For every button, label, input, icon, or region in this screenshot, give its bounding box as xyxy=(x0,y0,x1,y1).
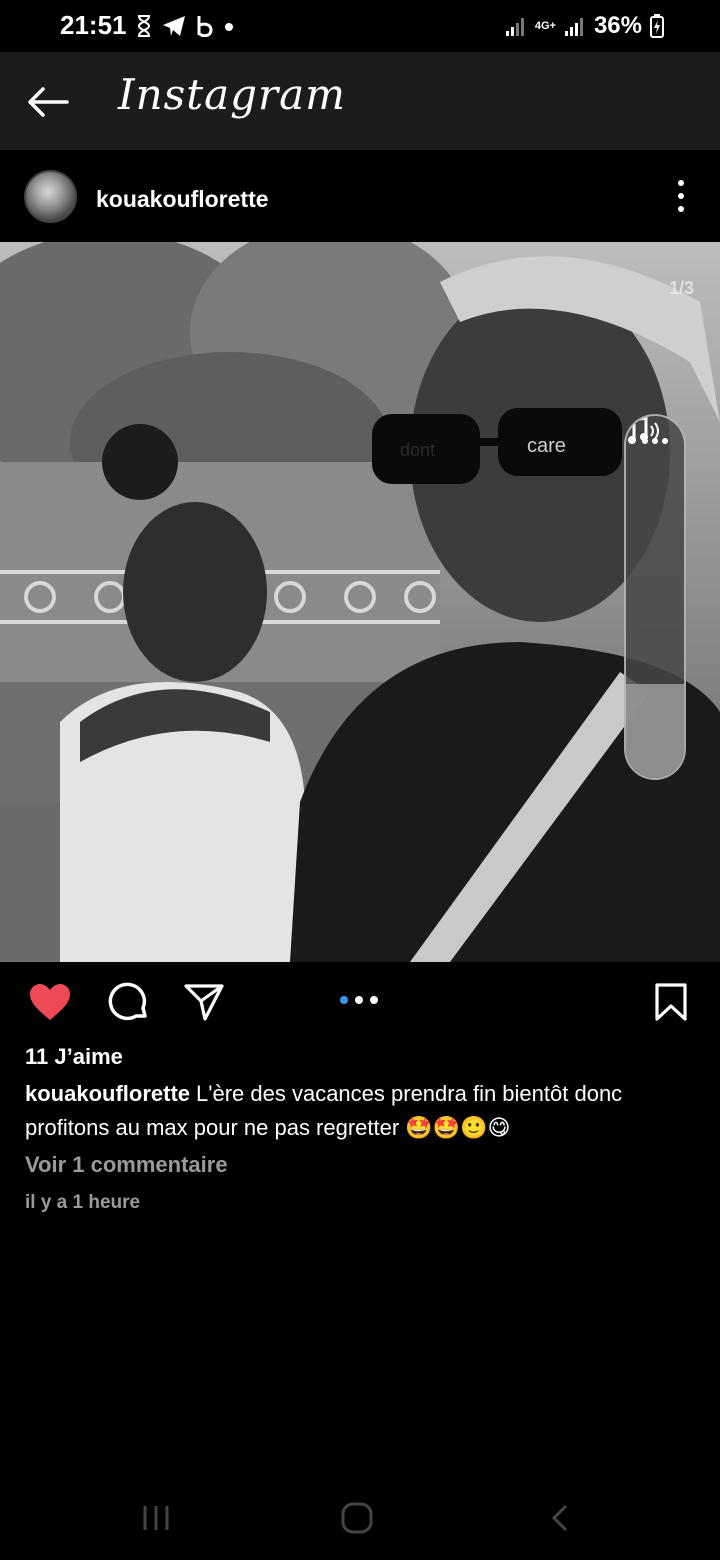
hourglass-icon xyxy=(137,15,151,37)
comment-button[interactable] xyxy=(104,980,152,1024)
post-actions xyxy=(0,962,720,1042)
photo-illustration: care dont xyxy=(0,242,720,962)
dot xyxy=(678,193,684,199)
post-photo[interactable]: care dont 1/3 xyxy=(0,242,720,962)
svg-text:care: care xyxy=(527,435,566,457)
svg-text:dont: dont xyxy=(400,440,435,460)
like-button[interactable] xyxy=(26,980,74,1024)
post-username[interactable]: kouakouflorette xyxy=(96,186,269,213)
heart-icon xyxy=(30,984,70,1020)
signal-icon xyxy=(505,18,524,36)
post-caption: kouakouflorette L'ère des vacances prendr… xyxy=(25,1077,697,1145)
share-button[interactable] xyxy=(180,980,228,1024)
post-options-button[interactable] xyxy=(668,180,694,212)
status-system-icons: 4G+ 36% xyxy=(505,12,664,40)
carousel-dot xyxy=(370,996,378,1004)
music-note-icon[interactable] xyxy=(626,416,662,446)
carousel-dots xyxy=(340,996,378,1004)
battery-charging-icon xyxy=(650,14,664,38)
dot xyxy=(678,180,684,186)
battery-percent: 36% xyxy=(593,12,642,39)
view-comments-link[interactable]: Voir 1 commentaire xyxy=(25,1152,228,1178)
back-button[interactable] xyxy=(24,80,72,124)
network-type: 4G+ xyxy=(534,20,556,32)
volume-slider[interactable] xyxy=(624,414,686,780)
instagram-logo: Instagram xyxy=(118,70,346,119)
send-icon xyxy=(184,984,224,1021)
chevron-left-icon xyxy=(551,1504,568,1532)
save-button[interactable] xyxy=(647,980,695,1024)
comment-bubble-icon xyxy=(108,982,147,1021)
dot xyxy=(678,206,684,212)
post-timestamp: il y a 1 heure xyxy=(25,1192,141,1213)
home-button[interactable] xyxy=(327,1498,387,1538)
app-header: Instagram xyxy=(0,52,720,150)
caption-username[interactable]: kouakouflorette xyxy=(25,1081,190,1106)
dot-icon xyxy=(225,23,233,31)
system-nav-bar xyxy=(0,1472,720,1560)
home-icon xyxy=(341,1502,373,1534)
volume-slider-fill xyxy=(626,683,684,778)
carousel-dot-active xyxy=(340,996,348,1004)
avatar[interactable] xyxy=(24,170,77,223)
signal-icon-2 xyxy=(564,18,583,36)
status-notification-icons xyxy=(136,12,234,40)
carousel-dot xyxy=(355,996,363,1004)
status-bar: 21:51 4G+ 36% xyxy=(0,0,720,52)
arrow-left-icon xyxy=(28,87,69,117)
status-time: 21:51 xyxy=(60,10,127,40)
recent-apps-button[interactable] xyxy=(126,1498,186,1538)
telegram-icon xyxy=(163,16,185,36)
b-app-icon xyxy=(197,16,213,37)
back-nav-button[interactable] xyxy=(530,1498,590,1538)
bookmark-icon xyxy=(655,983,687,1021)
like-count[interactable]: 11 J’aime xyxy=(25,1044,123,1070)
recent-apps-icon xyxy=(143,1506,169,1530)
carousel-page-indicator: 1/3 xyxy=(668,278,694,298)
post-header: kouakouflorette xyxy=(0,150,720,242)
